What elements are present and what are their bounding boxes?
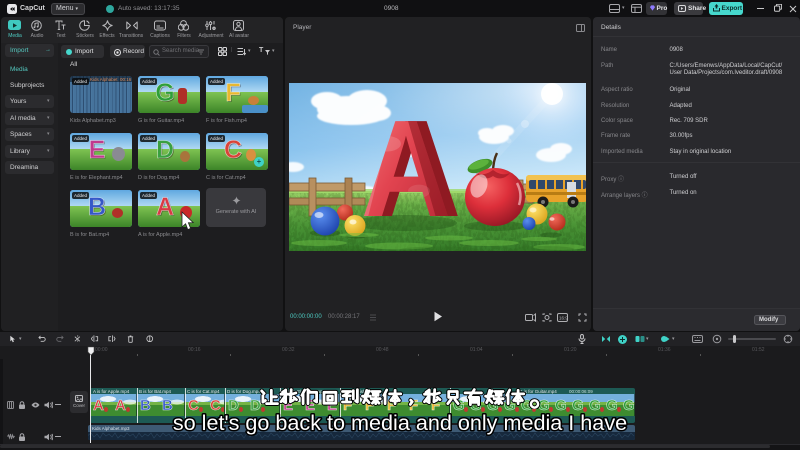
svg-text:16:9: 16:9: [559, 315, 568, 320]
svg-text:so let's go back to media and: so let's go back to media and only media…: [173, 410, 627, 435]
